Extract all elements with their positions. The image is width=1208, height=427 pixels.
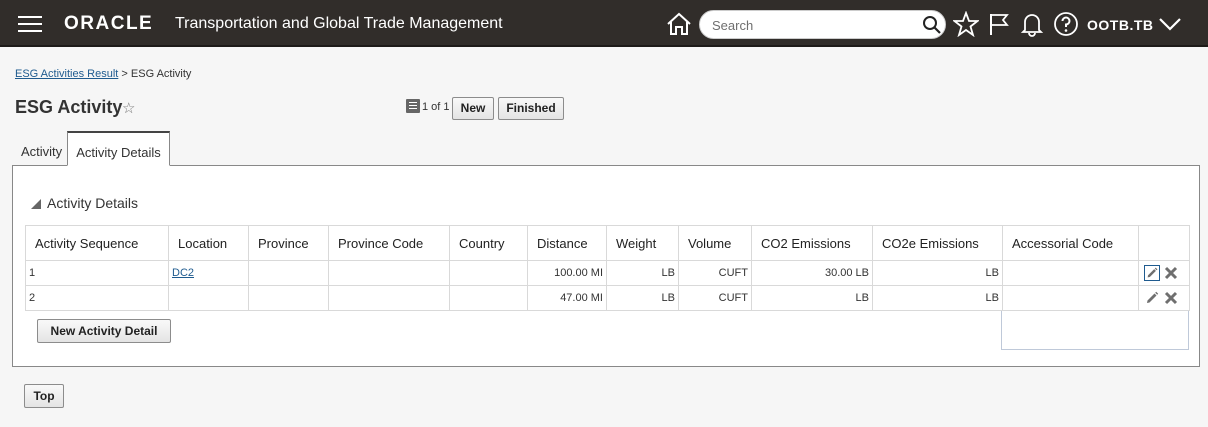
cell-province (248, 285, 329, 311)
finished-button[interactable]: Finished (498, 97, 564, 120)
activity-details-panel: Activity Details Activity Sequence Locat… (12, 165, 1200, 367)
col-header-province[interactable]: Province (248, 225, 329, 261)
collapse-triangle-icon (31, 199, 41, 209)
cell-co2: LB (751, 285, 873, 311)
breadcrumb-current: ESG Activity (130, 68, 192, 80)
col-header-location[interactable]: Location (168, 225, 249, 261)
cell-actions (1138, 285, 1190, 311)
cell-volume: CUFT (678, 260, 752, 286)
col-header-weight[interactable]: Weight (606, 225, 679, 261)
global-search[interactable] (699, 10, 946, 39)
notification-bell-icon[interactable] (1019, 11, 1045, 37)
oracle-logo: ORACLE (64, 13, 154, 34)
new-activity-detail-button[interactable]: New Activity Detail (37, 319, 171, 343)
cell-location: DC2 (168, 260, 249, 286)
user-menu-label[interactable]: OOTB.TB (1087, 17, 1154, 33)
col-header-activity-sequence[interactable]: Activity Sequence (25, 225, 169, 261)
record-count: 1 of 1 (422, 101, 450, 113)
activity-details-table: Activity Sequence Location Province Prov… (25, 225, 1190, 311)
cell-location (168, 285, 249, 311)
cell-province-code (328, 260, 450, 286)
cell-accessorial (1002, 260, 1139, 286)
cell-co2e: LB (872, 260, 1003, 286)
top-button[interactable]: Top (24, 384, 64, 408)
search-icon[interactable] (922, 15, 942, 35)
table-footer-spacer (1001, 311, 1189, 350)
cell-distance: 100.00 MI (527, 260, 607, 286)
section-toggle-activity-details[interactable]: Activity Details (31, 195, 138, 211)
new-button[interactable]: New (452, 97, 494, 120)
col-header-co2-emissions[interactable]: CO2 Emissions (751, 225, 873, 261)
cell-weight: LB (606, 260, 679, 286)
cell-province (248, 260, 329, 286)
col-header-volume[interactable]: Volume (678, 225, 752, 261)
col-header-co2e-emissions[interactable]: CO2e Emissions (872, 225, 1003, 261)
delete-x-icon[interactable] (1163, 290, 1179, 306)
cell-country (449, 285, 528, 311)
cell-seq: 2 (25, 285, 169, 311)
col-header-country[interactable]: Country (449, 225, 528, 261)
delete-x-icon[interactable] (1163, 265, 1179, 281)
col-header-actions (1138, 225, 1190, 261)
table-header-row: Activity Sequence Location Province Prov… (25, 225, 1190, 261)
favorites-star-icon[interactable] (953, 11, 979, 37)
cell-seq: 1 (25, 260, 169, 286)
page-title: ESG Activity (15, 97, 123, 117)
tab-activity[interactable]: Activity (15, 139, 68, 165)
cell-country (449, 260, 528, 286)
flag-icon[interactable] (987, 11, 1013, 37)
edit-pencil-icon[interactable] (1143, 265, 1160, 281)
cell-actions (1138, 260, 1190, 286)
cell-accessorial (1002, 285, 1139, 311)
col-header-accessorial-code[interactable]: Accessorial Code (1002, 225, 1139, 261)
cell-co2: 30.00 LB (751, 260, 873, 286)
home-icon[interactable] (666, 12, 692, 36)
col-header-distance[interactable]: Distance (527, 225, 607, 261)
tab-activity-details[interactable]: Activity Details (67, 131, 170, 166)
cell-co2e: LB (872, 285, 1003, 311)
table-row: 1 DC2 100.00 MI LB CUFT 30.00 LB LB (25, 260, 1190, 286)
cell-volume: CUFT (678, 285, 752, 311)
breadcrumb: ESG Activities Result > ESG Activity (15, 68, 191, 80)
col-header-province-code[interactable]: Province Code (328, 225, 450, 261)
edit-pencil-icon[interactable] (1144, 290, 1160, 306)
cell-distance: 47.00 MI (527, 285, 607, 311)
app-title: Transportation and Global Trade Manageme… (175, 15, 503, 32)
menu-icon[interactable] (18, 14, 42, 32)
search-input[interactable] (712, 16, 912, 34)
record-list-icon[interactable] (406, 99, 420, 113)
global-header: ORACLE Transportation and Global Trade M… (0, 0, 1208, 47)
breadcrumb-link-esg-activities-result[interactable]: ESG Activities Result (15, 68, 118, 80)
help-icon[interactable] (1053, 11, 1079, 37)
favorite-star-icon[interactable]: ☆ (122, 99, 135, 117)
table-row: 2 47.00 MI LB CUFT LB LB (25, 285, 1190, 311)
breadcrumb-separator: > (121, 68, 128, 80)
section-title: Activity Details (47, 195, 139, 211)
location-link-dc2[interactable]: DC2 (172, 267, 194, 279)
cell-province-code (328, 285, 450, 311)
chevron-down-icon[interactable] (1158, 15, 1182, 33)
cell-weight: LB (606, 285, 679, 311)
